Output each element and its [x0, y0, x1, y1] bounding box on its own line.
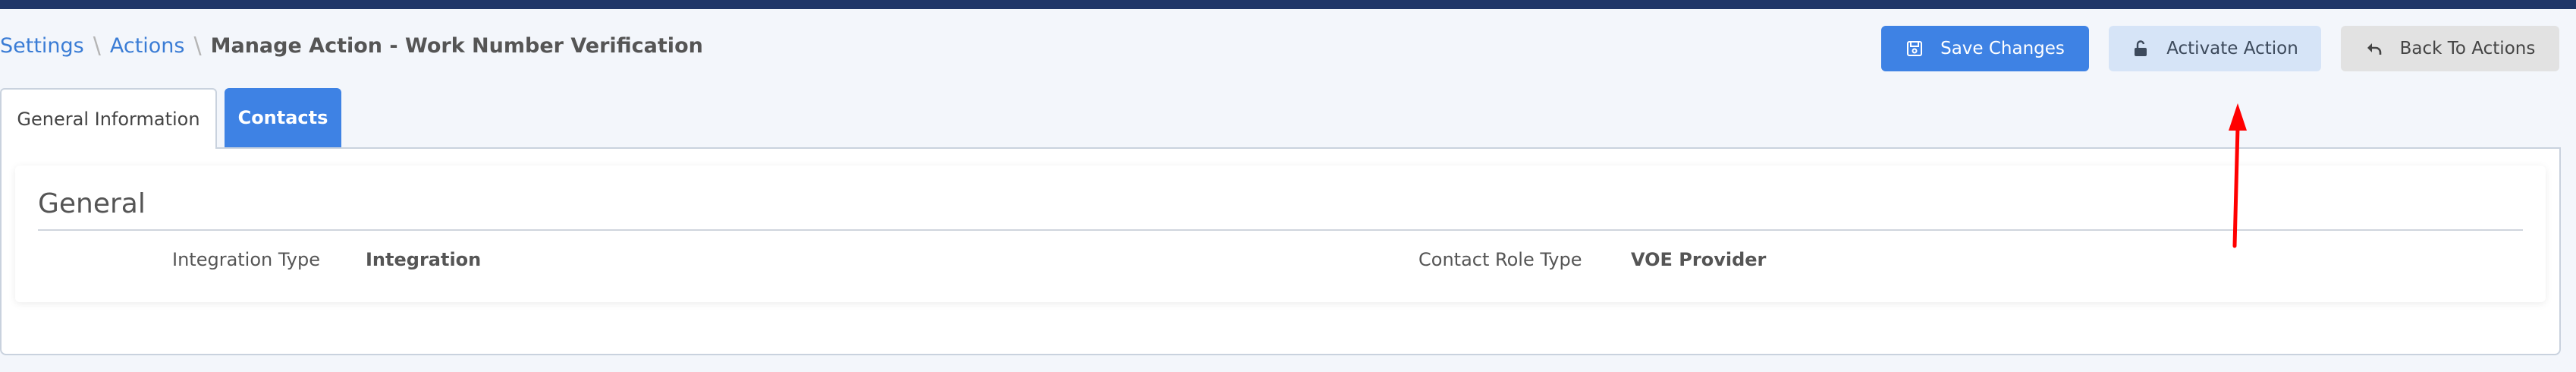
integration-type-value: Integration: [366, 249, 482, 270]
section-title: General: [38, 188, 146, 219]
contact-role-type-value: VOE Provider: [1631, 249, 1767, 270]
save-changes-label: Save Changes: [1940, 39, 2065, 58]
save-icon: [1905, 39, 1924, 58]
breadcrumb-settings-link[interactable]: Settings: [0, 34, 84, 58]
back-to-actions-label: Back To Actions: [2399, 39, 2536, 58]
top-navigation-bar: [0, 0, 2576, 9]
save-changes-button[interactable]: Save Changes: [1881, 26, 2089, 71]
tab-label: Contacts: [237, 107, 328, 128]
unlock-icon: [2131, 39, 2150, 58]
reply-arrow-icon: [2365, 39, 2383, 58]
section-divider: [38, 229, 2523, 231]
breadcrumb-actions-link[interactable]: Actions: [110, 34, 185, 58]
breadcrumb-separator: \: [93, 32, 101, 59]
integration-type-label: Integration Type: [172, 249, 320, 270]
breadcrumb-separator: \: [193, 32, 202, 59]
activate-action-button[interactable]: Activate Action: [2109, 26, 2321, 71]
activate-action-label: Activate Action: [2166, 39, 2298, 58]
back-to-actions-button[interactable]: Back To Actions: [2341, 26, 2559, 71]
page-title: Manage Action - Work Number Verification: [210, 33, 703, 58]
general-section-card: General Integration Type Integration Con…: [15, 166, 2546, 302]
contact-role-type-label: Contact Role Type: [1418, 249, 1582, 270]
breadcrumb: Settings \ Actions \ Manage Action - Wor…: [0, 30, 703, 61]
tab-content-panel: General Integration Type Integration Con…: [0, 147, 2561, 355]
red-annotation-arrow-icon: [2229, 103, 2247, 248]
tab-contacts[interactable]: Contacts: [225, 88, 341, 147]
tab-general-information[interactable]: General Information: [0, 88, 217, 149]
tab-label: General Information: [17, 109, 200, 130]
